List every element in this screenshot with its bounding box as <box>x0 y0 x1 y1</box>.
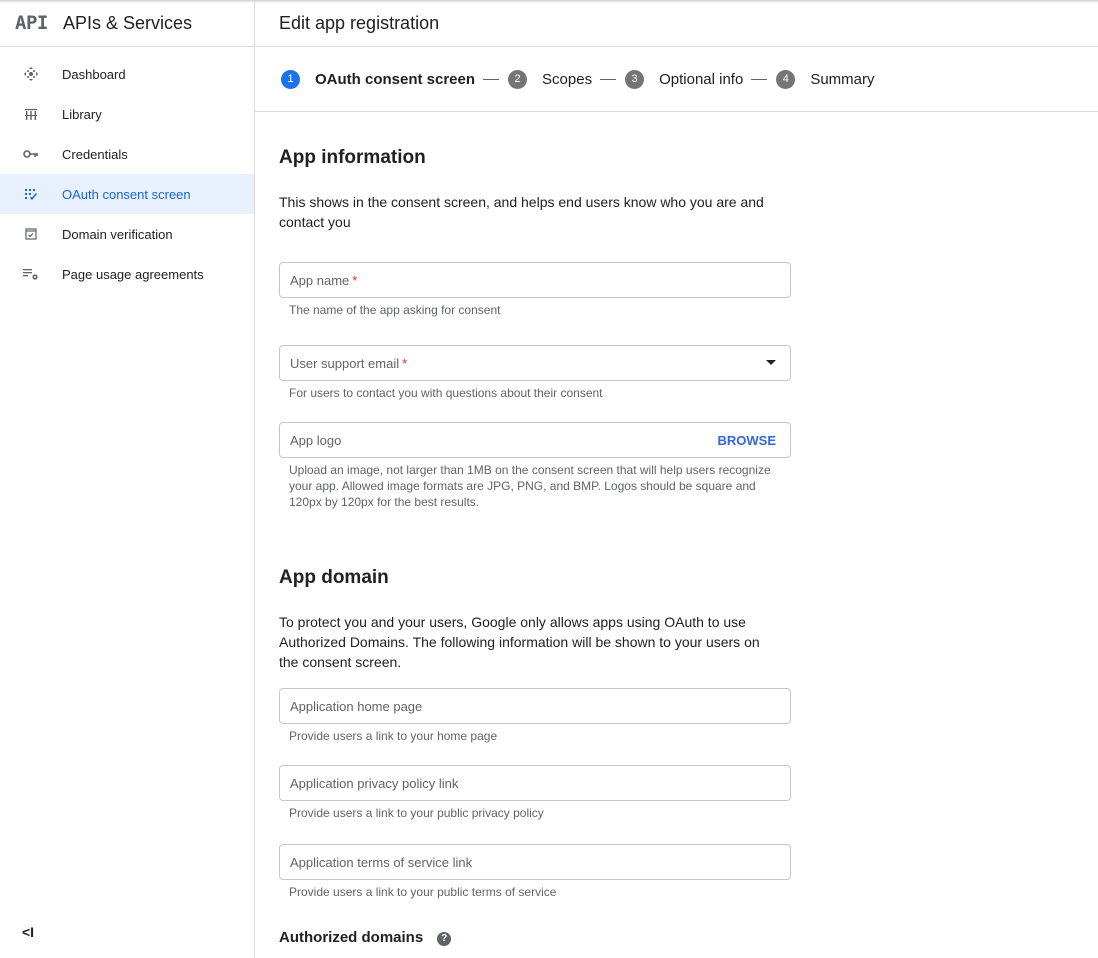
step-optional-info[interactable]: 3 Optional info <box>625 69 744 89</box>
settings-list-icon <box>0 267 62 281</box>
browse-button[interactable]: BROWSE <box>718 433 777 448</box>
step-number: 2 <box>508 69 528 89</box>
top-shadow <box>0 0 1098 3</box>
sidebar-nav: Dashboard Library Credentials OAuth cons… <box>0 47 254 294</box>
application-terms-of-service-label: Application terms of service link <box>290 854 473 870</box>
step-separator <box>483 78 500 80</box>
step-oauth-consent-screen[interactable]: 1 OAuth consent screen <box>281 69 476 89</box>
sidebar-item-label: OAuth consent screen <box>62 186 191 202</box>
domain-verification-icon <box>0 228 62 240</box>
application-home-page-label: Application home page <box>290 698 423 714</box>
sidebar-item-label: Credentials <box>62 146 128 162</box>
step-separator <box>600 78 617 80</box>
form-content: App information This shows in the consen… <box>255 147 815 946</box>
sidebar-item-label: Library <box>62 106 102 122</box>
chevron-down-icon[interactable] <box>766 360 776 365</box>
step-scopes[interactable]: 2 Scopes <box>508 69 593 89</box>
library-icon <box>0 107 62 121</box>
app-domain-heading: App domain <box>279 567 389 588</box>
required-marker: * <box>402 355 408 371</box>
step-number: 1 <box>281 69 300 89</box>
application-privacy-policy-label: Application privacy policy link <box>290 775 459 791</box>
sidebar-item-domain-verification[interactable]: Domain verification <box>0 214 254 254</box>
step-number: 4 <box>776 69 796 89</box>
user-support-email-select[interactable]: User support email * <box>279 345 791 381</box>
api-logo: API <box>15 12 48 34</box>
step-summary[interactable]: 4 Summary <box>776 69 875 89</box>
sidebar-item-label: Page usage agreements <box>62 266 204 282</box>
application-terms-of-service-hint: Provide users a link to your public term… <box>289 885 557 899</box>
required-marker: * <box>352 272 358 288</box>
sidebar-item-oauth-consent-screen[interactable]: OAuth consent screen <box>0 174 254 214</box>
help-icon[interactable]: ? <box>437 931 452 946</box>
app-information-description: This shows in the consent screen, and he… <box>279 194 764 230</box>
application-terms-of-service-input[interactable]: Application terms of service link <box>279 844 791 880</box>
step-label: Summary <box>810 70 875 88</box>
stepper: 1 OAuth consent screen 2 Scopes 3 Option… <box>255 47 1098 112</box>
dashboard-icon <box>0 66 62 82</box>
main-panel: Edit app registration 1 OAuth consent sc… <box>255 0 1098 958</box>
app-name-label: App name <box>290 272 350 288</box>
app-name-input[interactable]: App name * <box>279 262 791 298</box>
authorized-domains-title: Authorized domains <box>279 929 424 946</box>
step-label: Scopes <box>542 70 593 88</box>
collapse-sidebar-button[interactable]: <I <box>22 924 34 940</box>
application-privacy-policy-hint: Provide users a link to your public priv… <box>289 806 544 820</box>
user-support-email-label: User support email <box>290 355 400 371</box>
app-name-hint: The name of the app asking for consent <box>289 303 501 317</box>
application-home-page-hint: Provide users a link to your home page <box>289 729 498 743</box>
sidebar-item-label: Dashboard <box>62 66 126 82</box>
app-domain-description: To protect you and your users, Google on… <box>279 614 760 670</box>
step-number: 3 <box>625 69 645 89</box>
key-icon <box>0 149 62 159</box>
sidebar-item-label: Domain verification <box>62 226 173 242</box>
app-logo-input[interactable]: App logo BROWSE <box>279 422 791 458</box>
sidebar-title: APIs & Services <box>63 12 193 33</box>
sidebar-item-page-usage-agreements[interactable]: Page usage agreements <box>0 254 254 294</box>
page-title: Edit app registration <box>255 0 1098 47</box>
authorized-domains-heading: Authorized domains? <box>279 929 815 946</box>
sidebar-item-library[interactable]: Library <box>0 94 254 134</box>
oauth-consent-icon <box>0 187 62 201</box>
sidebar-item-dashboard[interactable]: Dashboard <box>0 54 254 94</box>
app-logo-label: App logo <box>290 432 342 448</box>
step-label: OAuth consent screen <box>315 70 476 88</box>
application-privacy-policy-input[interactable]: Application privacy policy link <box>279 765 791 801</box>
user-support-email-hint: For users to contact you with questions … <box>289 386 603 400</box>
step-separator <box>751 78 768 80</box>
sidebar-item-credentials[interactable]: Credentials <box>0 134 254 174</box>
app-logo-hint: Upload an image, not larger than 1MB on … <box>289 463 771 509</box>
app-information-heading: App information <box>279 147 426 168</box>
sidebar: API APIs & Services Dashboard Library Cr… <box>0 0 255 958</box>
step-label: Optional info <box>659 70 744 88</box>
sidebar-header: API APIs & Services <box>0 0 254 47</box>
application-home-page-input[interactable]: Application home page <box>279 688 791 724</box>
